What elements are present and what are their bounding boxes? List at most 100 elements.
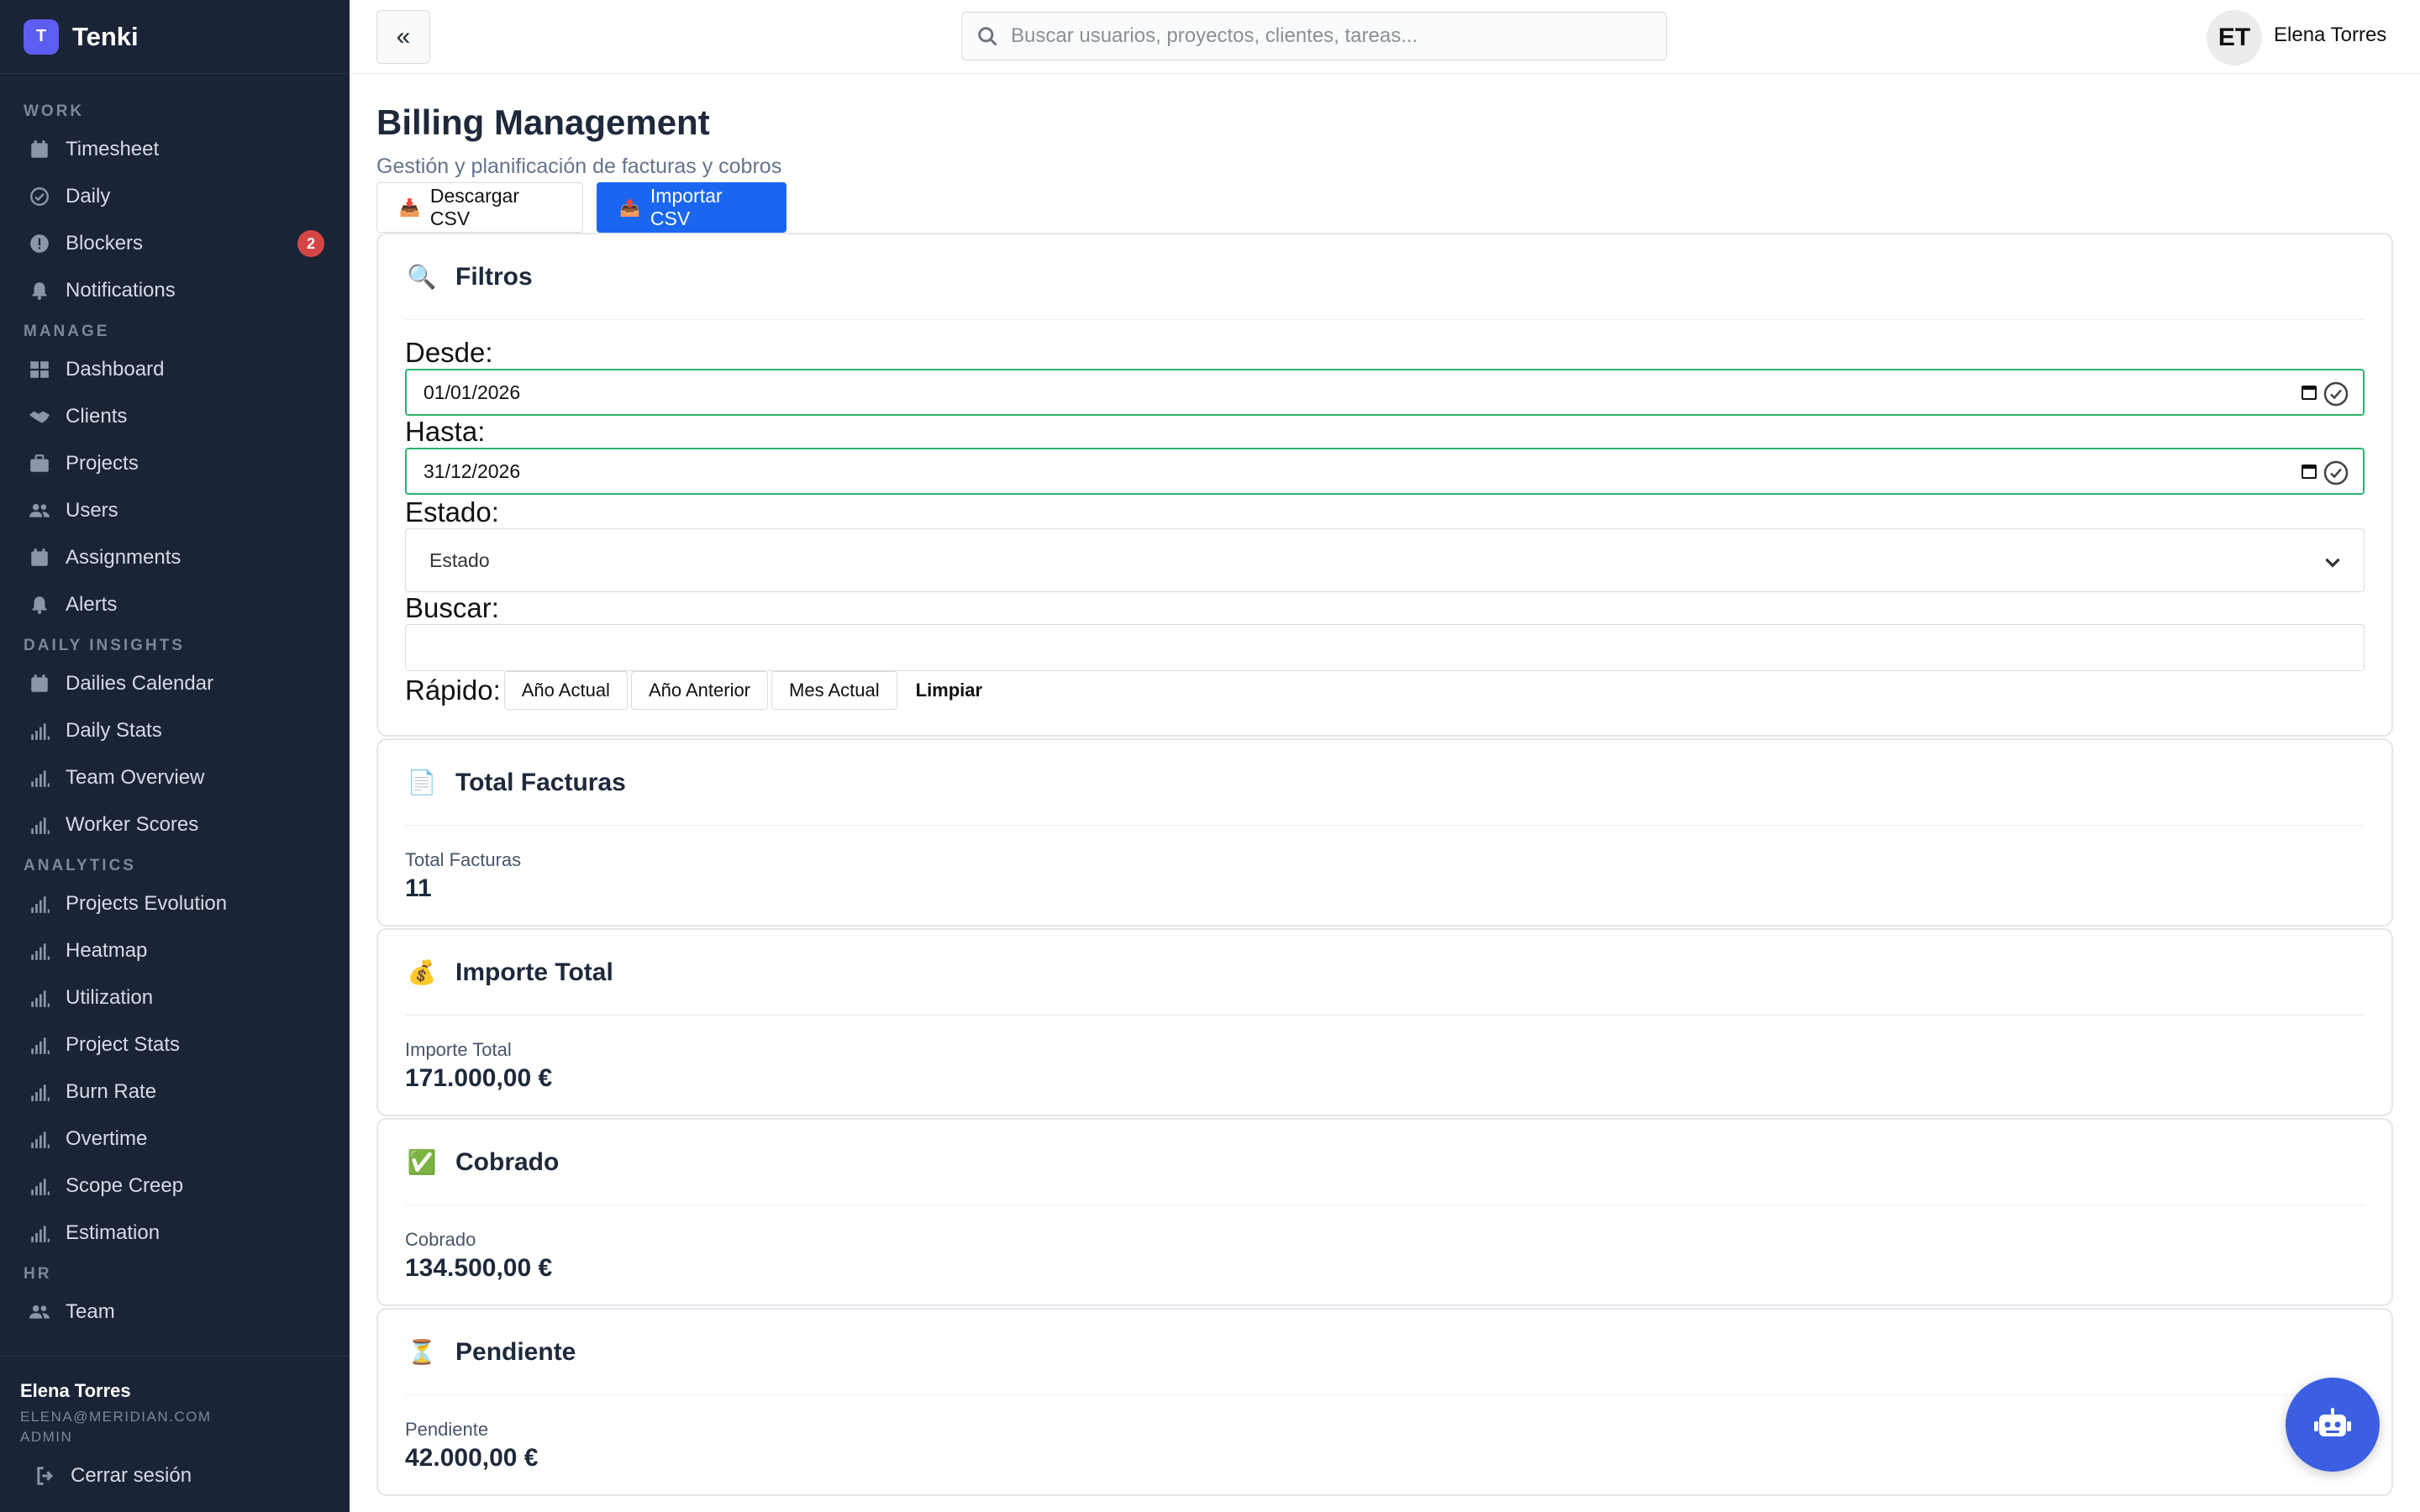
from-label: Desde:: [405, 337, 493, 368]
stat-card-header: ⏳ Pendiente: [405, 1310, 2365, 1395]
sidebar-section-title: DAILY INSIGHTS: [24, 637, 185, 654]
stat-value: 11: [405, 874, 432, 902]
valid-check-icon: [2323, 381, 2349, 407]
sidebar-item-scope-creep[interactable]: Scope Creep: [0, 1163, 350, 1210]
sidebar-item-assignments[interactable]: Assignments: [0, 534, 350, 581]
sidebar-item-label: Utilization: [66, 986, 154, 1009]
sidebar-section-title: ANALYTICS: [24, 857, 136, 874]
sidebar-item-estimation[interactable]: Estimation: [0, 1210, 350, 1257]
assistant-bot-button[interactable]: [2286, 1378, 2380, 1472]
bar-chart-icon: [29, 1175, 50, 1197]
brand[interactable]: T Tenki: [0, 0, 350, 74]
status-label: Estado:: [405, 496, 499, 528]
document-icon: 📄: [407, 769, 437, 795]
import-csv-label: Importar CSV: [650, 185, 723, 229]
brand-name: Tenki: [72, 21, 139, 51]
sidebar-item-label: Daily Stats: [66, 719, 162, 742]
topbar: « ET Elena Torres: [350, 0, 2420, 74]
sidebar-item-daily-stats[interactable]: Daily Stats: [0, 707, 350, 754]
sidebar-section-title: MANAGE: [24, 323, 110, 340]
sidebar-item-worker-scores[interactable]: Worker Scores: [0, 801, 350, 848]
robot-icon: [2314, 1408, 2351, 1436]
bar-chart-icon: [29, 1222, 50, 1244]
sidebar-item-project-stats[interactable]: Project Stats: [0, 1021, 350, 1068]
alert-circle-icon: [29, 233, 50, 255]
stat-card-header: 📄 Total Facturas: [405, 740, 2365, 826]
import-csv-button[interactable]: 📤 Importar CSV: [597, 182, 786, 233]
stat-card-total-invoices: 📄 Total Facturas Total Facturas 11: [376, 738, 2393, 927]
sidebar-section-title: HR: [24, 1265, 52, 1283]
topbar-user-name[interactable]: Elena Torres: [2274, 24, 2386, 47]
bar-chart-icon: [29, 767, 50, 789]
users-icon: [29, 500, 50, 522]
quick-current-month-button[interactable]: Mes Actual: [771, 671, 897, 710]
search-icon: [978, 27, 997, 46]
sidebar-item-dashboard[interactable]: Dashboard: [0, 346, 350, 393]
sidebar-item-label: Alerts: [66, 593, 118, 616]
download-csv-label: Descargar CSV: [429, 185, 520, 229]
sidebar-item-alerts[interactable]: Alerts: [0, 581, 350, 628]
calendar-icon: [29, 673, 50, 695]
sidebar-item-overtime[interactable]: Overtime: [0, 1116, 350, 1163]
logout-button[interactable]: Cerrar sesión: [34, 1464, 329, 1488]
stat-value: 171.000,00 €: [405, 1064, 553, 1092]
bar-chart-icon: [29, 1128, 50, 1150]
sidebar-item-label: Projects Evolution: [66, 892, 228, 915]
quick-previous-year-button[interactable]: Año Anterior: [630, 671, 769, 710]
sidebar-item-label: Worker Scores: [66, 813, 199, 836]
search-input[interactable]: [1011, 24, 1649, 48]
sidebar-item-dailies-calendar[interactable]: Dailies Calendar: [0, 660, 350, 707]
avatar[interactable]: ET: [2207, 10, 2262, 66]
check-mark-icon: ✅: [407, 1149, 437, 1175]
sidebar-item-projects[interactable]: Projects: [0, 440, 350, 487]
sidebar-item-label: Heatmap: [66, 939, 148, 962]
global-search[interactable]: [961, 12, 1667, 60]
quick-current-year-button[interactable]: Año Actual: [503, 671, 628, 710]
sidebar-item-heatmap[interactable]: Heatmap: [0, 927, 350, 974]
bar-chart-icon: [29, 940, 50, 962]
sidebar-item-blockers[interactable]: Blockers 2: [0, 220, 350, 267]
sidebar-item-daily[interactable]: Daily: [0, 173, 350, 220]
sidebar-item-label: Projects: [66, 452, 139, 475]
sidebar-item-team[interactable]: Team: [0, 1289, 350, 1336]
handshake-icon: [29, 406, 50, 428]
sidebar-item-projects-evolution[interactable]: Projects Evolution: [0, 880, 350, 927]
logout-icon: [37, 1467, 54, 1485]
calendar-icon: [29, 139, 50, 160]
sidebar-item-users[interactable]: Users: [0, 487, 350, 534]
calendar-icon[interactable]: [2301, 384, 2317, 401]
sidebar-nav: WORK Timesheet Daily Blockers 2 Notifications…: [0, 74, 350, 1336]
calendar-icon[interactable]: [2301, 463, 2317, 480]
clear-filters-button[interactable]: Limpiar: [916, 680, 982, 701]
sidebar-item-label: Team Overview: [66, 766, 205, 789]
sidebar-item-label: Dashboard: [66, 358, 165, 381]
sidebar-item-timesheet[interactable]: Timesheet: [0, 126, 350, 173]
sidebar-user-email: ELENA@MERIDIAN.COM: [20, 1409, 212, 1425]
sidebar-item-label: Notifications: [66, 279, 176, 302]
from-date-input[interactable]: 01/01/2026: [405, 369, 2365, 416]
sidebar-item-clients[interactable]: Clients: [0, 393, 350, 440]
stat-card-pending: ⏳ Pendiente Pendiente 42.000,00 €: [376, 1308, 2393, 1496]
money-bag-icon: 💰: [407, 959, 437, 985]
bell-icon: [29, 280, 50, 302]
sidebar-item-label: Timesheet: [66, 138, 160, 160]
bell-icon: [29, 594, 50, 616]
collapse-sidebar-button[interactable]: «: [376, 10, 430, 64]
filter-search-input[interactable]: [405, 624, 2365, 671]
bar-chart-icon: [29, 987, 50, 1009]
sidebar-item-team-overview[interactable]: Team Overview: [0, 754, 350, 801]
stat-card-total-amount: 💰 Importe Total Importe Total 171.000,00…: [376, 928, 2393, 1116]
sidebar-item-burn-rate[interactable]: Burn Rate: [0, 1068, 350, 1116]
download-csv-button[interactable]: 📥 Descargar CSV: [376, 182, 583, 233]
status-select[interactable]: Estado: [405, 528, 2365, 592]
sidebar-item-label: Team: [66, 1300, 115, 1323]
users-icon: [29, 1301, 50, 1323]
sidebar-item-utilization[interactable]: Utilization: [0, 974, 350, 1021]
hourglass-icon: ⏳: [407, 1339, 437, 1365]
quick-label: Rápido:: [405, 675, 501, 706]
bar-chart-icon: [29, 1081, 50, 1103]
sidebar-item-notifications[interactable]: Notifications: [0, 267, 350, 314]
to-date-input[interactable]: 31/12/2026: [405, 448, 2365, 495]
sidebar-item-label: Overtime: [66, 1127, 148, 1150]
stat-value: 42.000,00 €: [405, 1444, 539, 1472]
